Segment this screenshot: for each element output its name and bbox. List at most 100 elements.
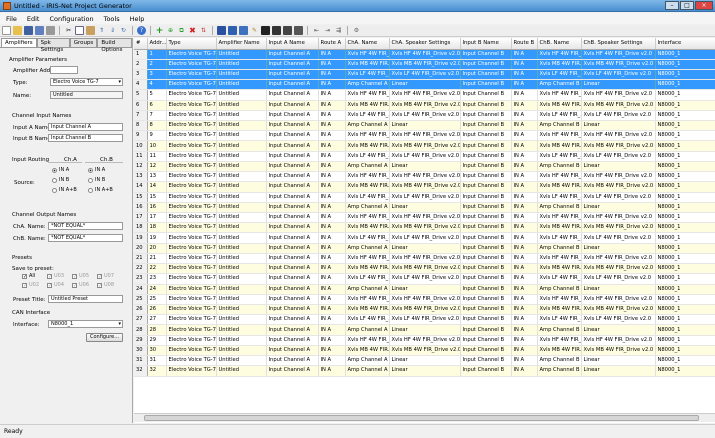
table-cell[interactable]: N8000_1 [655, 324, 715, 336]
table-cell[interactable]: 29 [147, 335, 167, 346]
column-header[interactable]: ChB. Speaker Settings [581, 38, 656, 50]
table-cell[interactable]: Electro Voice TG-7 [166, 171, 217, 183]
table-cell[interactable]: Linear [389, 243, 461, 254]
table-cell[interactable]: IN A [318, 212, 346, 224]
table-cell[interactable]: Input Channel A [266, 222, 319, 234]
table-cell[interactable]: Amp Channel B [537, 120, 582, 132]
table-cell[interactable]: Input Channel B [460, 151, 512, 162]
table-cell[interactable]: N8000_1 [655, 365, 715, 377]
row-header[interactable]: 8 [134, 120, 148, 132]
table-cell[interactable]: Untitled [216, 100, 267, 111]
table-cell[interactable]: Xvls LF 4W FIR_Drive v2.0 [389, 232, 461, 244]
input-a-name-field[interactable]: Input Channel A [48, 123, 123, 131]
menu-file[interactable]: File [6, 15, 17, 23]
table-cell[interactable]: Input Channel A [266, 69, 319, 81]
table-cell[interactable]: Untitled [216, 335, 267, 346]
table-cell[interactable]: IN A [318, 335, 346, 346]
table-cell[interactable]: 1 [147, 49, 167, 60]
table-cell[interactable]: 16 [147, 202, 167, 214]
table-cell[interactable]: Xvls MB 4W FIR... [537, 304, 582, 316]
table-cell[interactable]: Input Channel A [266, 79, 319, 91]
table-cell[interactable]: Xvls MB 4W FIR_Drive v2.0 [581, 100, 656, 111]
table-cell[interactable]: IN A [318, 243, 346, 254]
table-row[interactable]: 14 14 Electro Voice TG-7 Untitled Input Chan… [134, 181, 715, 193]
table-cell[interactable]: N8000_1 [655, 181, 715, 193]
maximize-button[interactable]: □ [680, 1, 694, 10]
align-right-icon[interactable]: ⇥ [323, 26, 332, 35]
table-cell[interactable]: Untitled [216, 284, 267, 295]
table-cell[interactable]: Amp Channel B [537, 161, 582, 173]
print-icon[interactable] [46, 26, 55, 35]
copy-icon[interactable] [75, 26, 84, 35]
table-cell[interactable]: Amp Channel B [537, 202, 582, 214]
table-cell[interactable]: Amp Channel A [345, 355, 390, 367]
row-header[interactable]: 26 [134, 304, 148, 316]
table-cell[interactable]: Xvls HF 4W FIR_Drive v2.0 [581, 212, 656, 224]
table-cell[interactable]: Input Channel A [266, 314, 319, 326]
table-cell[interactable]: N8000_1 [655, 140, 715, 152]
table-cell[interactable]: 32 [147, 365, 167, 377]
preset-u08-checkbox[interactable]: ✓ U08 [97, 282, 114, 288]
close-button[interactable]: × [695, 1, 713, 10]
row-header[interactable]: 15 [134, 192, 148, 203]
row-header[interactable]: 17 [134, 212, 148, 224]
table-row[interactable]: 19 19 Electro Voice TG-7 Untitled Input Chan… [134, 232, 715, 244]
configure-button[interactable]: Configure... [86, 333, 123, 342]
table-cell[interactable]: 3 [147, 69, 167, 81]
column-header[interactable]: Input B Name [460, 38, 512, 50]
table-cell[interactable]: 12 [147, 161, 167, 173]
table-cell[interactable]: Input Channel B [460, 110, 512, 122]
table-cell[interactable]: Xvls MB 4W FIR_Drive v2.0 [389, 263, 461, 275]
table-cell[interactable]: IN A [511, 324, 538, 336]
table-row[interactable]: 12 12 Electro Voice TG-7 Untitled Input Chan… [134, 161, 715, 173]
table-cell[interactable]: 22 [147, 263, 167, 275]
table-cell[interactable]: Input Channel A [266, 335, 319, 346]
column-header[interactable]: # [134, 38, 148, 50]
paste-icon[interactable] [86, 26, 95, 35]
table-row[interactable]: 17 17 Electro Voice TG-7 Untitled Input Chan… [134, 212, 715, 224]
table-cell[interactable]: Input Channel A [266, 243, 319, 254]
table-cell[interactable]: Xvls LF 4W FIR_... [345, 192, 390, 203]
table-cell[interactable]: Input Channel A [266, 263, 319, 275]
table-cell[interactable]: IN A [318, 273, 346, 285]
table-cell[interactable]: Xvls HF 4W FIR_... [345, 171, 390, 183]
align-left-icon[interactable]: ⇤ [312, 26, 321, 35]
table-row[interactable]: 30 30 Electro Voice TG-7 Untitled Input Chan… [134, 345, 715, 357]
table-row[interactable]: 31 31 Electro Voice TG-7 Untitled Input Chan… [134, 355, 715, 367]
table-cell[interactable]: Input Channel B [460, 335, 512, 346]
table-cell[interactable]: IN A [511, 140, 538, 152]
table-cell[interactable]: Input Channel A [266, 89, 319, 101]
table-cell[interactable]: Xvls LF 4W FIR_Drive v2.0 [389, 192, 461, 203]
table-cell[interactable]: 14 [147, 181, 167, 193]
table-cell[interactable]: 30 [147, 345, 167, 357]
rows-icon[interactable] [294, 26, 303, 35]
table-cell[interactable]: Xvls HF 4W FIR_Drive v2.0 [389, 253, 461, 265]
table-cell[interactable]: Input Channel A [266, 273, 319, 285]
table-cell[interactable]: IN A [511, 243, 538, 254]
menu-configuration[interactable]: Configuration [49, 15, 93, 23]
row-header[interactable]: 21 [134, 253, 148, 265]
row-header[interactable]: 16 [134, 202, 148, 214]
table-cell[interactable]: IN A [511, 110, 538, 122]
table-cell[interactable]: Linear [581, 365, 656, 377]
add-icon[interactable]: + [155, 26, 164, 36]
table-cell[interactable]: Untitled [216, 192, 267, 203]
table-cell[interactable]: Input Channel A [266, 345, 319, 357]
table-cell[interactable]: Xvls MB 4W FIR... [537, 100, 582, 111]
table-cell[interactable]: IN A [511, 100, 538, 111]
table-cell[interactable]: Untitled [216, 324, 267, 336]
table-cell[interactable]: N8000_1 [655, 304, 715, 316]
table-cell[interactable]: Linear [581, 202, 656, 214]
table-cell[interactable]: Input Channel B [460, 140, 512, 152]
table-cell[interactable]: Input Channel B [460, 130, 512, 142]
table-cell[interactable]: Xvls MB 4W FIR_Drive v2.0 [581, 345, 656, 357]
table-cell[interactable]: Electro Voice TG-7 [166, 284, 217, 295]
table-cell[interactable]: IN A [318, 69, 346, 81]
table-cell[interactable]: IN A [511, 192, 538, 203]
table-cell[interactable]: Input Channel B [460, 100, 512, 111]
table-cell[interactable]: Xvls HF 4W FIR_... [345, 253, 390, 265]
table-cell[interactable]: Input Channel B [460, 222, 512, 234]
table-cell[interactable]: Electro Voice TG-7 [166, 181, 217, 193]
table-row[interactable]: 27 27 Electro Voice TG-7 Untitled Input Chan… [134, 314, 715, 326]
table-cell[interactable]: Electro Voice TG-7 [166, 324, 217, 336]
